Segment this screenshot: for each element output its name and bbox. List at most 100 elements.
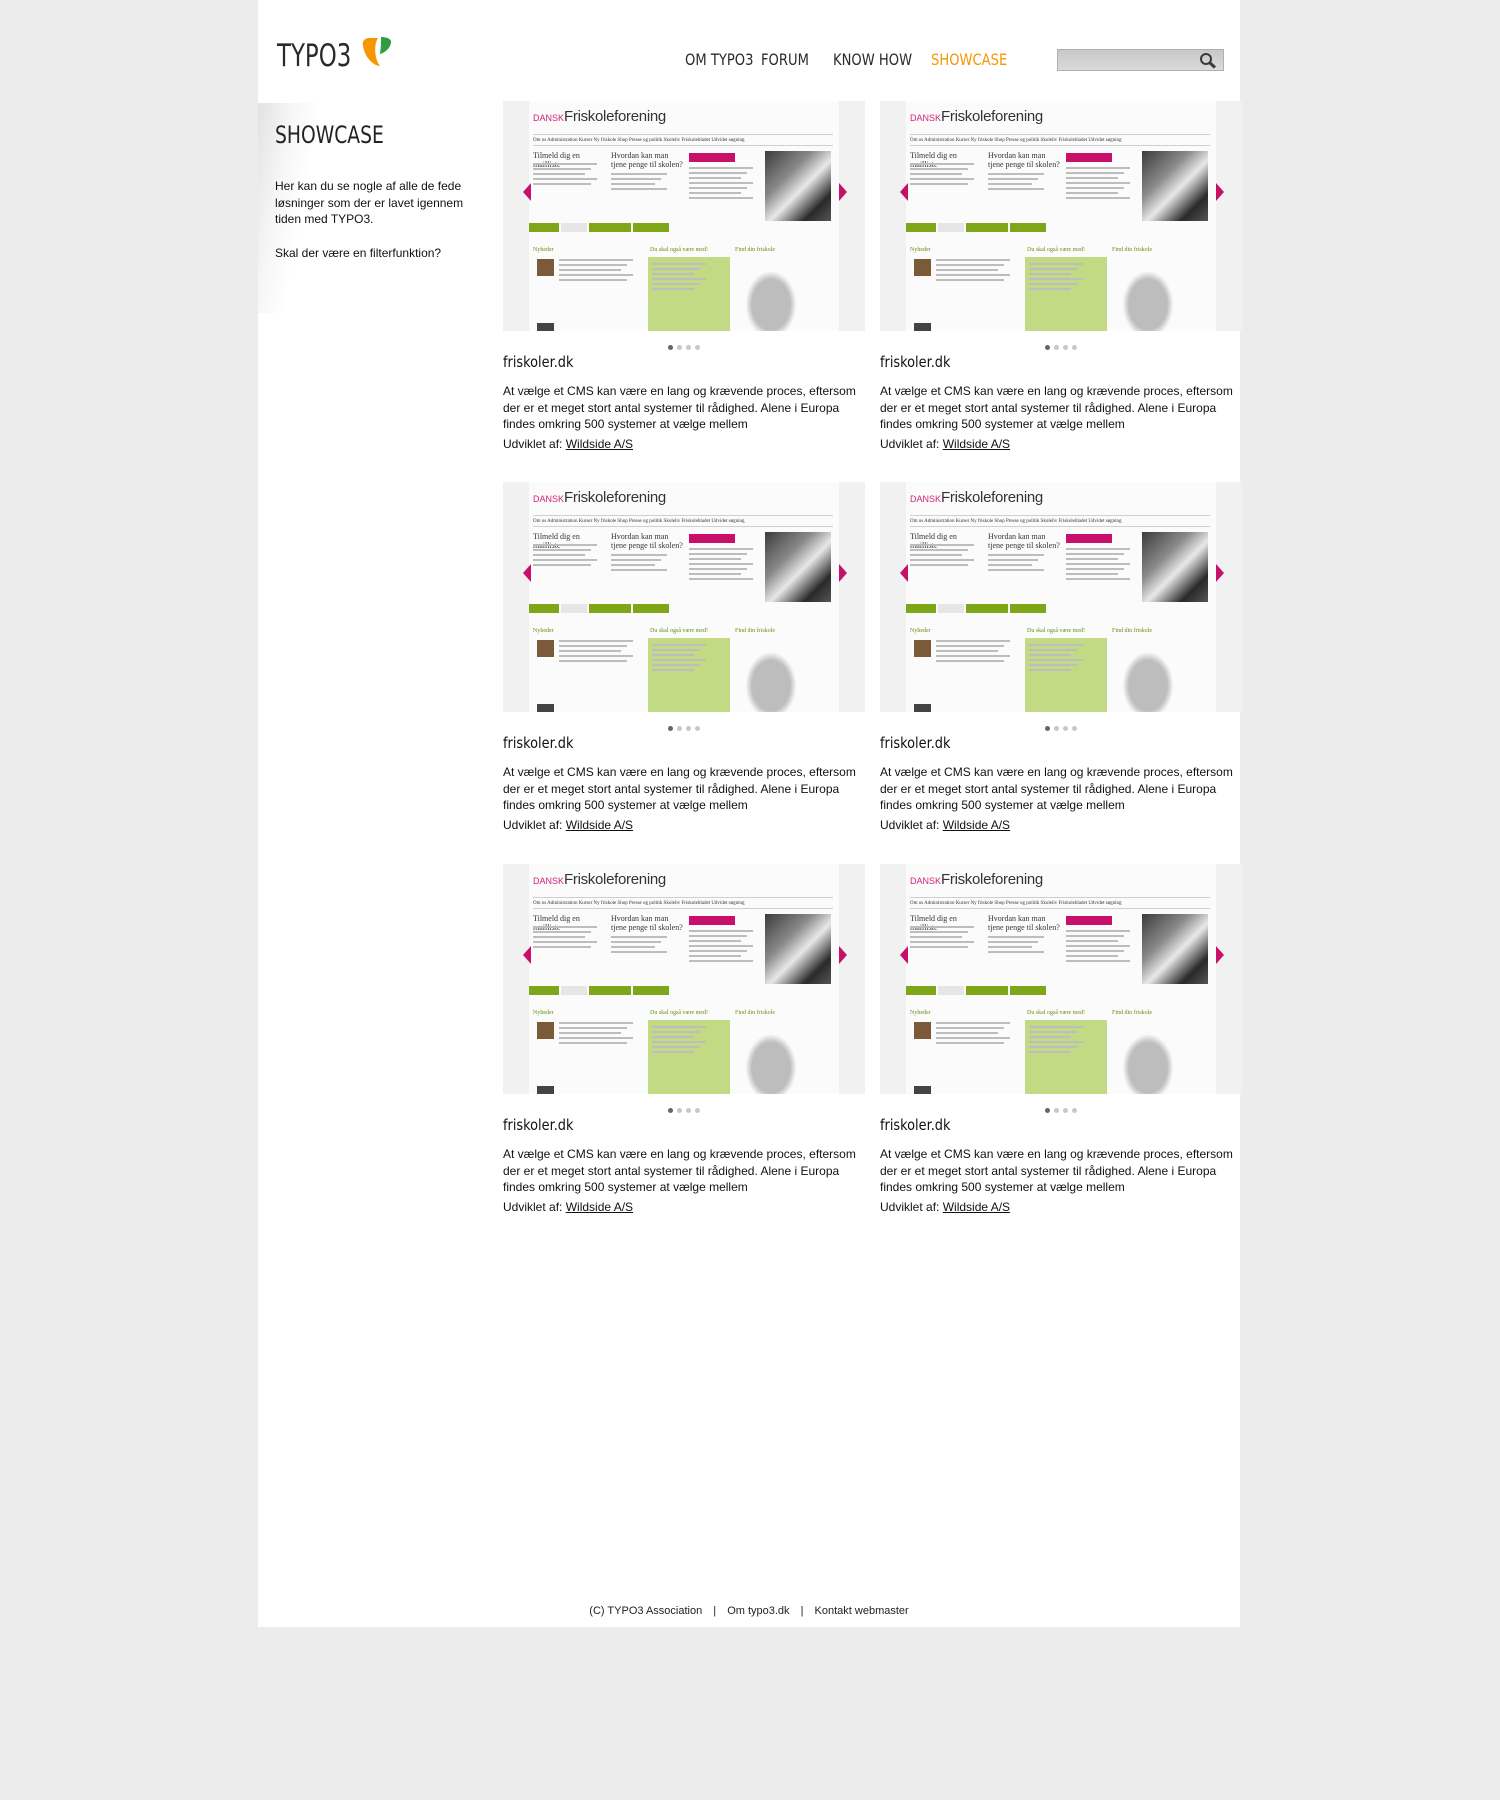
slider-prev-icon[interactable] xyxy=(900,564,908,582)
nav-know-how[interactable]: KNOW HOW xyxy=(833,50,913,69)
showcase-title[interactable]: friskoler.dk xyxy=(880,353,950,371)
sidebar-question: Skal der være en filterfunktion? xyxy=(275,245,442,260)
showcase-title[interactable]: friskoler.dk xyxy=(503,1116,573,1134)
slider-prev-icon[interactable] xyxy=(523,946,531,964)
showcase-title[interactable]: friskoler.dk xyxy=(503,734,573,752)
slider-dot[interactable] xyxy=(1063,1108,1068,1113)
slider-dot[interactable] xyxy=(668,345,673,350)
showcase-screenshot[interactable]: DANSKFriskoleforening Om os Administratio… xyxy=(503,101,865,331)
showcase-screenshot[interactable]: DANSKFriskoleforening Om os Administratio… xyxy=(880,482,1242,712)
search-icon[interactable] xyxy=(1199,52,1217,69)
search-input[interactable] xyxy=(1058,50,1206,70)
slider-next-icon[interactable] xyxy=(839,946,847,964)
slider-dot[interactable] xyxy=(1054,345,1059,350)
slider-dot[interactable] xyxy=(1063,345,1068,350)
slider-dot[interactable] xyxy=(1045,726,1050,731)
showcase-screenshot[interactable]: DANSKFriskoleforening Om os Administratio… xyxy=(880,864,1242,1094)
slider-dot[interactable] xyxy=(1063,726,1068,731)
showcase-developer: Udviklet af: Wildside A/S xyxy=(503,818,633,832)
slider-dot[interactable] xyxy=(668,1108,673,1113)
screenshot-map xyxy=(741,646,801,712)
typo3-logo[interactable]: TYPO3 xyxy=(277,36,392,76)
screenshot-brand: DANSKFriskoleforening xyxy=(533,489,666,506)
developer-link[interactable]: Wildside A/S xyxy=(943,818,1010,832)
slider-dot[interactable] xyxy=(695,726,700,731)
slider-dot[interactable] xyxy=(1072,345,1077,350)
slider-next-icon[interactable] xyxy=(1216,946,1224,964)
screenshot-photo xyxy=(765,151,831,221)
screenshot-green-box xyxy=(648,638,730,712)
slider-next-icon[interactable] xyxy=(1216,564,1224,582)
slider-prev-icon[interactable] xyxy=(523,183,531,201)
slider-next-icon[interactable] xyxy=(1216,183,1224,201)
showcase-screenshot[interactable]: DANSKFriskoleforening Om os Administratio… xyxy=(503,482,865,712)
developer-label: Udviklet af: xyxy=(880,437,940,451)
slider-prev-icon[interactable] xyxy=(900,946,908,964)
slider-prev-icon[interactable] xyxy=(523,564,531,582)
showcase-description: At vælge et CMS kan være en lang og kræv… xyxy=(503,384,856,431)
screenshot-preview: DANSKFriskoleforening Om os Administratio… xyxy=(906,864,1216,1094)
screenshot-green-box xyxy=(1025,1020,1107,1094)
showcase-description: At vælge et CMS kan være en lang og kræv… xyxy=(880,384,1233,431)
footer-link-om[interactable]: Om typo3.dk xyxy=(727,1605,789,1617)
slider-dot[interactable] xyxy=(1072,726,1077,731)
showcase-screenshot[interactable]: DANSKFriskoleforening Om os Administratio… xyxy=(503,864,865,1094)
slider-dot[interactable] xyxy=(686,726,691,731)
slider-dots xyxy=(503,1100,865,1113)
slider-dot[interactable] xyxy=(677,345,682,350)
showcase-title[interactable]: friskoler.dk xyxy=(503,353,573,371)
typo3-logo-icon xyxy=(362,37,392,66)
screenshot-heading: Hvordan kan man tjene penge til skolen? xyxy=(611,532,683,550)
screenshot-menu: Om os Administration Kurser Ny friskole … xyxy=(533,519,745,524)
screenshot-preview: DANSKFriskoleforening Om os Administratio… xyxy=(906,101,1216,331)
screenshot-preview: DANSKFriskoleforening Om os Administratio… xyxy=(529,482,839,712)
nav-forum[interactable]: FORUM xyxy=(761,50,820,69)
nav-om-typo3[interactable]: OM TYPO3 xyxy=(685,50,753,69)
slider-dot[interactable] xyxy=(1072,1108,1077,1113)
screenshot-heading: Hvordan kan man tjene penge til skolen? xyxy=(611,914,683,932)
slider-dot[interactable] xyxy=(695,1108,700,1113)
showcase-title[interactable]: friskoler.dk xyxy=(880,1116,950,1134)
developer-link[interactable]: Wildside A/S xyxy=(943,437,1010,451)
developer-label: Udviklet af: xyxy=(503,1200,563,1214)
screenshot-map xyxy=(741,1028,801,1094)
screenshot-map xyxy=(1118,646,1178,712)
slider-dot[interactable] xyxy=(695,345,700,350)
developer-link[interactable]: Wildside A/S xyxy=(566,818,633,832)
footer-separator: | xyxy=(800,1605,804,1617)
slider-next-icon[interactable] xyxy=(839,564,847,582)
developer-label: Udviklet af: xyxy=(503,437,563,451)
screenshot-brand: DANSKFriskoleforening xyxy=(533,108,666,125)
showcase-description: At vælge et CMS kan være en lang og kræv… xyxy=(503,1147,856,1194)
slider-dot[interactable] xyxy=(1054,1108,1059,1113)
nav-showcase[interactable]: SHOWCASE xyxy=(931,50,1007,69)
slider-dot[interactable] xyxy=(677,726,682,731)
slider-dot[interactable] xyxy=(686,345,691,350)
screenshot-photo xyxy=(1142,532,1208,602)
developer-link[interactable]: Wildside A/S xyxy=(566,1200,633,1214)
showcase-title[interactable]: friskoler.dk xyxy=(880,734,950,752)
screenshot-menu: Om os Administration Kurser Ny friskole … xyxy=(533,138,745,143)
sidebar-intro: Her kan du se nogle af alle de fede løsn… xyxy=(275,179,464,226)
slider-dot[interactable] xyxy=(1054,726,1059,731)
slider-dot[interactable] xyxy=(677,1108,682,1113)
screenshot-button xyxy=(1066,153,1112,162)
slider-dots xyxy=(503,718,865,731)
slider-dot[interactable] xyxy=(686,1108,691,1113)
footer-link-kontakt[interactable]: Kontakt webmaster xyxy=(815,1605,909,1617)
slider-prev-icon[interactable] xyxy=(900,183,908,201)
developer-label: Udviklet af: xyxy=(880,818,940,832)
screenshot-button xyxy=(689,916,735,925)
slider-dots xyxy=(503,337,865,350)
slider-dot[interactable] xyxy=(1045,345,1050,350)
slider-dot[interactable] xyxy=(668,726,673,731)
developer-link[interactable]: Wildside A/S xyxy=(943,1200,1010,1214)
slider-dot[interactable] xyxy=(1045,1108,1050,1113)
developer-link[interactable]: Wildside A/S xyxy=(566,437,633,451)
showcase-screenshot[interactable]: DANSKFriskoleforening Om os Administratio… xyxy=(880,101,1242,331)
screenshot-green-box xyxy=(1025,257,1107,331)
showcase-developer: Udviklet af: Wildside A/S xyxy=(503,1200,633,1214)
slider-next-icon[interactable] xyxy=(839,183,847,201)
screenshot-menu: Om os Administration Kurser Ny friskole … xyxy=(910,138,1122,143)
footer: (C) TYPO3 Association | Om typo3.dk | Ko… xyxy=(258,1605,1240,1617)
